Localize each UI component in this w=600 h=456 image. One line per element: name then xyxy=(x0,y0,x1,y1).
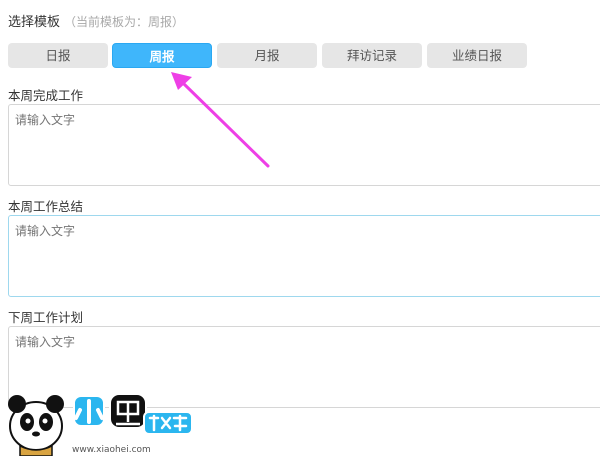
watermark-logo: www.xiaohei.com xyxy=(8,393,193,456)
logo-char-xiao xyxy=(73,395,105,427)
current-template-hint: （当前模板为：周报） xyxy=(64,15,185,29)
template-header-title: 选择模板 xyxy=(8,15,61,30)
section-label-this-week-completed: 本周完成工作 xyxy=(8,88,84,103)
template-header: 选择模板 （当前模板为：周报） xyxy=(8,11,184,30)
tab-monthly-report[interactable]: 月报 xyxy=(217,43,317,68)
tab-daily-report[interactable]: 日报 xyxy=(8,43,108,68)
tab-weekly-report[interactable]: 周报 xyxy=(112,43,212,68)
this-week-summary-field[interactable] xyxy=(8,215,600,297)
logo-char-hei xyxy=(109,393,147,429)
section-label-next-week-plan: 下周工作计划 xyxy=(8,310,84,325)
section-label-this-week-summary: 本周工作总结 xyxy=(8,199,84,214)
tab-visit-record[interactable]: 拜访记录 xyxy=(322,43,422,68)
logo-char-youxi xyxy=(143,411,193,435)
this-week-completed-field[interactable] xyxy=(8,104,600,186)
panda-icon xyxy=(8,395,64,456)
tab-performance-daily[interactable]: 业绩日报 xyxy=(427,43,527,68)
watermark-url: www.xiaohei.com xyxy=(72,445,151,455)
